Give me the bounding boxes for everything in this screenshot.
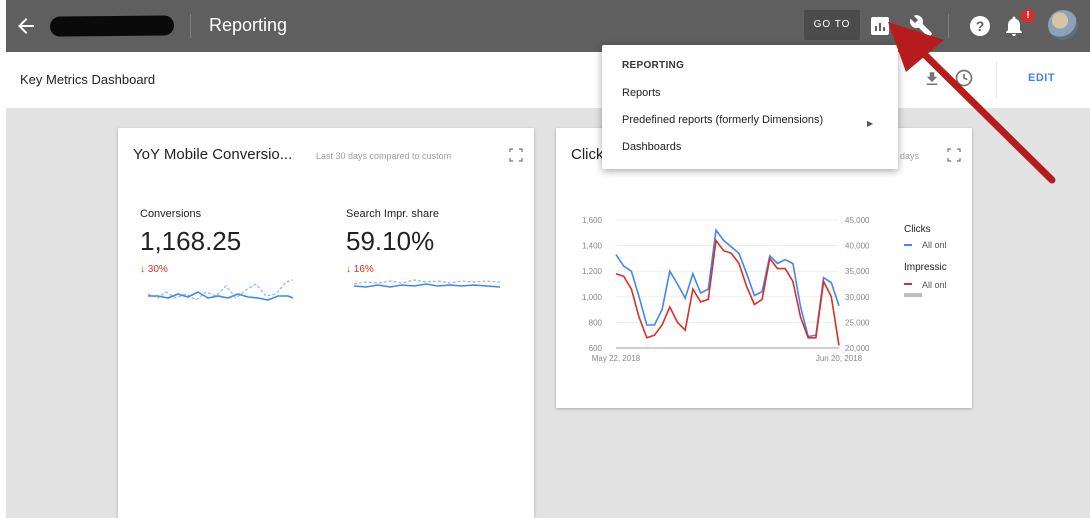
dashboard-title: Key Metrics Dashboard [20,72,156,87]
help-icon[interactable]: ? [968,14,992,38]
legend-header-clicks: Clicks [904,224,931,235]
reports-icon[interactable] [868,14,892,38]
y-tick-label-right: 25,000 [845,318,870,327]
app-title: Reporting [209,15,288,35]
subbar-divider [996,62,997,98]
metric-value-conversions: 1,168.25 [140,226,242,256]
metric-value-impression-share: 59.10% [346,226,435,256]
y-tick-label-left: 1,000 [582,293,603,302]
avatar[interactable] [1048,10,1078,40]
series-line-impressions [615,238,840,346]
y-tick-label-right: 30,000 [845,293,870,302]
notification-badge: ! [1021,9,1035,23]
x-tick-label: Jun 20, 2018 [816,354,863,363]
schedule-clock-icon[interactable] [954,68,974,88]
submenu-arrow-icon: ▶ [867,119,874,128]
download-icon[interactable] [923,70,941,88]
top-app-bar: Reporting GO TO ? ! [6,0,1090,52]
y-tick-label-right: 20,000 [845,344,870,353]
metric-label-impression-share: Search Impr. share [346,208,439,220]
widget-title: YoY Mobile Conversio... [133,146,293,163]
legend-label-impressions: All onl [922,280,947,290]
topbar-divider [190,14,191,38]
legend-swatch-comparison [904,293,922,297]
y-tick-label-left: 1,600 [582,216,603,225]
metric-change-impression-share: ↓ 16% [346,264,374,275]
widget-date-range: Last 30 days compared to custom [316,151,452,161]
clicks-impressions-chart: 600 20,000 800 25,000 1,000 30,000 1,200 35,000… [582,216,947,363]
menu-item-reports[interactable]: Reports [622,87,661,99]
svg-text:?: ? [976,18,985,34]
edit-button[interactable]: EDIT [1028,72,1055,84]
metric-label-conversions: Conversions [140,208,202,220]
y-tick-label-left: 1,400 [582,242,603,251]
impression-share-sparkline [354,279,501,288]
down-arrow-icon: ↓ [140,264,145,275]
redacted-account-name [49,15,175,37]
fullscreen-icon[interactable] [509,148,523,162]
conversions-sparkline [148,279,294,301]
y-tick-label-left: 800 [589,318,603,327]
y-tick-label-right: 35,000 [845,267,870,276]
go-to-dropdown-menu: REPORTING Reports Predefined reports (fo… [602,45,898,169]
wrench-icon[interactable] [909,14,933,38]
legend-header-impressions: Impressic [904,262,947,273]
scorecard-widget: YoY Mobile Conversio... Last 30 days com… [118,128,534,518]
y-tick-label-left: 600 [589,344,603,353]
y-tick-label-left: 1,200 [582,267,603,276]
y-tick-label-right: 45,000 [845,216,870,225]
down-arrow-icon: ↓ [346,264,351,275]
menu-item-predefined-reports[interactable]: Predefined reports (formerly Dimensions) [622,114,823,126]
x-tick-label: May 22, 2018 [592,354,641,363]
metric-change-conversions: ↓ 30% [140,264,168,275]
menu-item-dashboards[interactable]: Dashboards [622,141,681,153]
change-value: 30% [147,264,168,275]
y-tick-label-right: 40,000 [845,242,870,251]
topbar-divider [948,14,949,38]
menu-header: REPORTING [622,60,685,71]
back-arrow-icon[interactable] [14,14,38,38]
legend-label-clicks: All onl [922,240,947,250]
change-value: 16% [353,264,374,275]
go-to-button[interactable]: GO TO [804,10,860,40]
series-line-clicks [615,228,840,338]
dashboard-header: Key Metrics Dashboard EDIT [6,52,1090,109]
